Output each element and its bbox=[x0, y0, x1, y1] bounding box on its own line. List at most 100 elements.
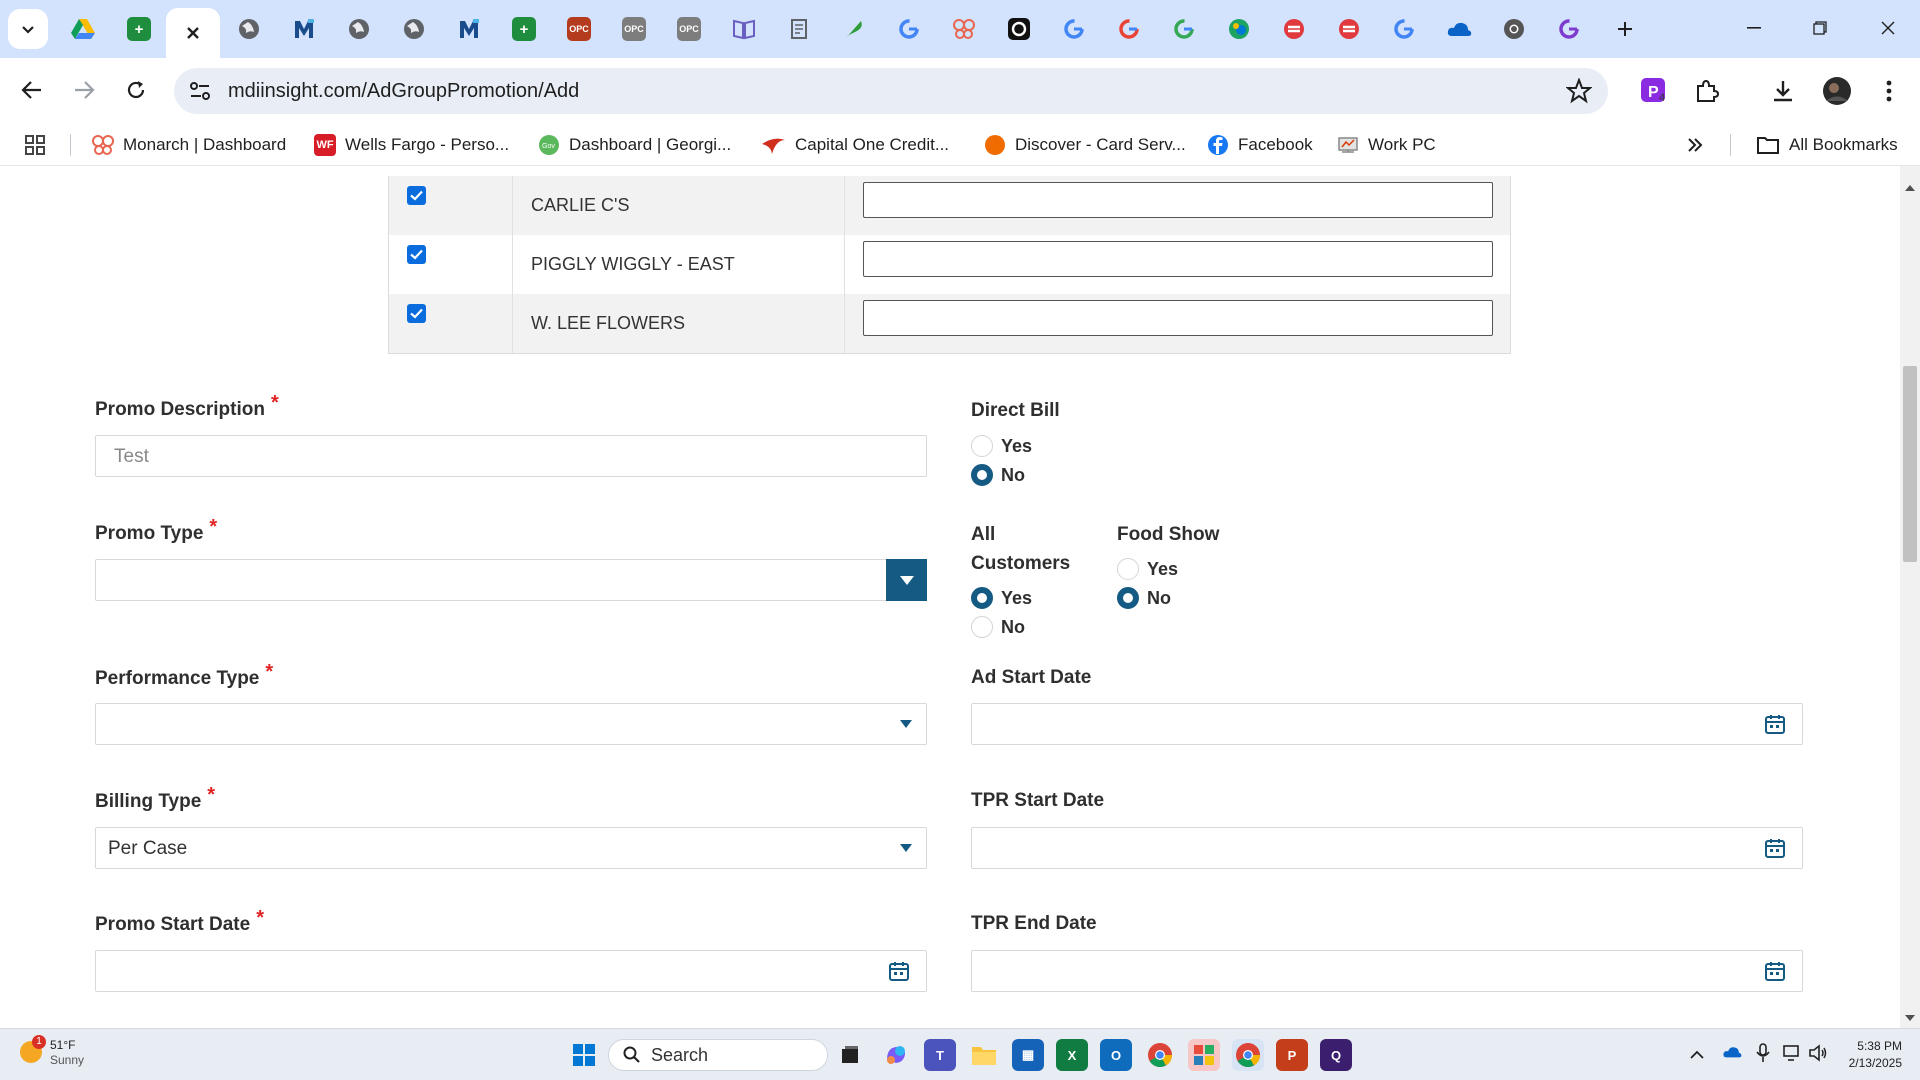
calendar-icon[interactable] bbox=[888, 960, 910, 982]
tab-monarch[interactable] bbox=[943, 8, 985, 50]
tab-opc-2[interactable]: OPC bbox=[613, 8, 655, 50]
all-customers-yes-radio[interactable] bbox=[971, 587, 993, 609]
tab-google-4[interactable] bbox=[1163, 8, 1205, 50]
active-app-button[interactable] bbox=[1188, 1039, 1220, 1071]
bookmark-capital-one[interactable]: Capital One Credit... bbox=[760, 132, 949, 158]
all-customers-no-option[interactable]: No bbox=[971, 616, 1025, 638]
file-explorer-button[interactable] bbox=[968, 1039, 1000, 1071]
tab-m-2[interactable] bbox=[448, 8, 490, 50]
tab-google-1[interactable] bbox=[888, 8, 930, 50]
promo-description-input[interactable]: Test bbox=[95, 435, 927, 477]
bookmark-discover[interactable]: Discover - Card Serv... bbox=[984, 132, 1186, 158]
reload-button[interactable] bbox=[116, 70, 156, 110]
bookmark-wells-fargo[interactable]: WF Wells Fargo - Perso... bbox=[314, 132, 509, 158]
customer-checkbox[interactable] bbox=[407, 186, 426, 205]
new-tab-button[interactable] bbox=[1604, 8, 1646, 50]
downloads-button[interactable] bbox=[1766, 74, 1800, 108]
start-button[interactable] bbox=[568, 1039, 600, 1071]
volume-icon[interactable] bbox=[1808, 1043, 1828, 1068]
tab-opc-3[interactable]: OPC bbox=[668, 8, 710, 50]
tab-ring[interactable] bbox=[998, 8, 1040, 50]
tab-sheets-2[interactable]: + bbox=[503, 8, 545, 50]
close-icon[interactable] bbox=[185, 25, 201, 41]
bookmark-star-icon[interactable] bbox=[1566, 78, 1592, 104]
tab-globe-2[interactable] bbox=[338, 8, 380, 50]
direct-bill-yes-option[interactable]: Yes bbox=[971, 435, 1032, 457]
extension-p-button[interactable]: P 4 bbox=[1637, 74, 1671, 108]
site-settings-icon[interactable] bbox=[186, 77, 214, 105]
bookmarks-overflow-button[interactable] bbox=[1686, 132, 1704, 158]
scroll-up-icon[interactable] bbox=[1905, 184, 1915, 192]
tpr-start-date-input[interactable] bbox=[971, 827, 1803, 869]
tab-red-1[interactable] bbox=[1273, 8, 1315, 50]
minimize-button[interactable] bbox=[1724, 0, 1784, 56]
copilot-button[interactable] bbox=[880, 1039, 912, 1071]
food-show-no-option[interactable]: No bbox=[1117, 587, 1171, 609]
customer-checkbox[interactable] bbox=[407, 304, 426, 323]
store-button[interactable]: ▦ bbox=[1012, 1039, 1044, 1071]
customer-value-input[interactable] bbox=[863, 300, 1493, 336]
tab-onedrive[interactable] bbox=[1438, 8, 1480, 50]
ad-start-date-input[interactable] bbox=[971, 703, 1803, 745]
teams-button[interactable]: T bbox=[924, 1039, 956, 1071]
tab-globe-3[interactable] bbox=[393, 8, 435, 50]
close-window-button[interactable] bbox=[1858, 0, 1918, 56]
tab-google-drive[interactable] bbox=[62, 8, 104, 50]
extensions-button[interactable] bbox=[1690, 74, 1724, 108]
chrome-button-1[interactable] bbox=[1144, 1039, 1176, 1071]
customer-value-input[interactable] bbox=[863, 182, 1493, 218]
system-clock[interactable]: 5:38 PM 2/13/2025 bbox=[1849, 1038, 1902, 1072]
tab-google-2[interactable] bbox=[1053, 8, 1095, 50]
billing-type-dropdown[interactable]: Per Case bbox=[95, 827, 927, 869]
all-bookmarks-button[interactable]: All Bookmarks bbox=[1756, 132, 1898, 158]
tab-active-mdiinsight[interactable] bbox=[166, 8, 220, 58]
food-show-yes-option[interactable]: Yes bbox=[1117, 558, 1178, 580]
address-bar[interactable]: mdiinsight.com/AdGroupPromotion/Add bbox=[174, 68, 1608, 114]
tab-chrome-gray[interactable] bbox=[1493, 8, 1535, 50]
bookmark-georgia-dashboard[interactable]: Gov Dashboard | Georgi... bbox=[538, 132, 731, 158]
outlook-button[interactable]: O bbox=[1100, 1039, 1132, 1071]
scrollbar-thumb[interactable] bbox=[1903, 366, 1917, 562]
promo-start-date-input[interactable] bbox=[95, 950, 927, 992]
direct-bill-no-radio[interactable] bbox=[971, 464, 993, 486]
app-q-button[interactable]: Q bbox=[1320, 1039, 1352, 1071]
tab-google-5[interactable] bbox=[1383, 8, 1425, 50]
tab-feather[interactable] bbox=[833, 8, 875, 50]
tab-sheets[interactable]: + bbox=[118, 8, 160, 50]
page-scrollbar[interactable] bbox=[1900, 166, 1920, 1028]
tab-google-3[interactable] bbox=[1108, 8, 1150, 50]
customer-value-input[interactable] bbox=[863, 241, 1493, 277]
chrome-menu-button[interactable] bbox=[1872, 74, 1906, 108]
bookmark-work-pc[interactable]: Work PC bbox=[1337, 132, 1436, 158]
promo-type-dropdown[interactable] bbox=[95, 559, 927, 601]
all-customers-no-radio[interactable] bbox=[971, 616, 993, 638]
tab-document[interactable] bbox=[778, 8, 820, 50]
all-customers-yes-option[interactable]: Yes bbox=[971, 587, 1032, 609]
calendar-icon[interactable] bbox=[1764, 837, 1786, 859]
microphone-icon[interactable] bbox=[1756, 1043, 1770, 1068]
tab-m-1[interactable] bbox=[283, 8, 325, 50]
tab-opc-1[interactable]: OPC bbox=[558, 8, 600, 50]
customer-checkbox[interactable] bbox=[407, 245, 426, 264]
tab-red-2[interactable] bbox=[1328, 8, 1370, 50]
food-show-no-radio[interactable] bbox=[1117, 587, 1139, 609]
forward-button[interactable] bbox=[64, 70, 104, 110]
bookmark-monarch[interactable]: Monarch | Dashboard bbox=[92, 132, 286, 158]
tab-edge[interactable] bbox=[1218, 8, 1260, 50]
scroll-down-icon[interactable] bbox=[1905, 1014, 1915, 1022]
calendar-icon[interactable] bbox=[1764, 960, 1786, 982]
calendar-icon[interactable] bbox=[1764, 713, 1786, 735]
back-button[interactable] bbox=[12, 70, 52, 110]
chrome-button-2[interactable] bbox=[1232, 1039, 1264, 1071]
tab-book[interactable] bbox=[723, 8, 765, 50]
network-icon[interactable] bbox=[1782, 1043, 1802, 1068]
restore-button[interactable] bbox=[1790, 0, 1850, 56]
onedrive-tray-icon[interactable] bbox=[1722, 1045, 1742, 1064]
profile-avatar[interactable] bbox=[1820, 74, 1854, 108]
food-show-yes-radio[interactable] bbox=[1117, 558, 1139, 580]
url-text[interactable]: mdiinsight.com/AdGroupPromotion/Add bbox=[228, 80, 579, 103]
tab-search-button[interactable] bbox=[8, 9, 48, 49]
bookmark-facebook[interactable]: Facebook bbox=[1207, 132, 1313, 158]
show-hidden-icons-button[interactable] bbox=[1690, 1047, 1704, 1065]
direct-bill-yes-radio[interactable] bbox=[971, 435, 993, 457]
